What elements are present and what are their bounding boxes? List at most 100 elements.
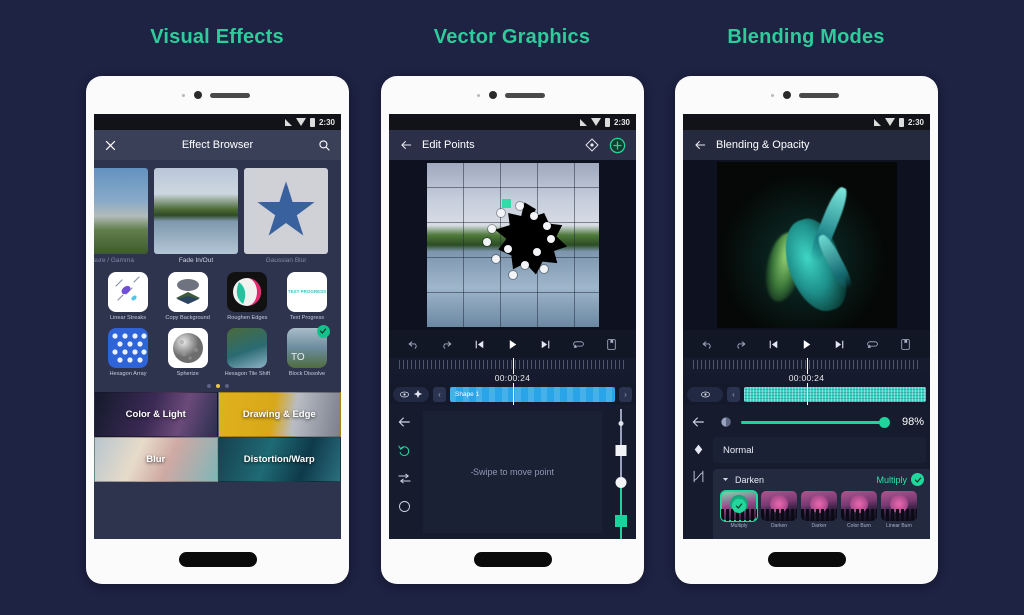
opacity-slider[interactable] xyxy=(741,416,890,428)
playhead xyxy=(512,383,514,405)
rotate-icon[interactable] xyxy=(397,443,412,458)
pager-dot[interactable] xyxy=(206,383,211,388)
skip-to-start-icon[interactable] xyxy=(767,338,780,351)
loop-icon[interactable] xyxy=(572,338,585,351)
back-arrow-icon[interactable] xyxy=(690,414,706,430)
blend-mode-item-multiply[interactable]: Multiply xyxy=(720,490,758,529)
undo-icon[interactable] xyxy=(701,338,714,351)
current-blend-mode[interactable]: Normal xyxy=(713,437,926,463)
opacity-slider-knob[interactable] xyxy=(879,416,890,428)
effect-tile-spherize[interactable]: Spherize xyxy=(160,327,216,378)
effect-tile-roughen-edges[interactable]: Roughen Edges xyxy=(219,272,275,322)
effect-tile-text-progress[interactable]: TEXT PROGRESS Text Progress xyxy=(279,272,335,322)
blend-mode-item-darken[interactable]: Darken xyxy=(761,491,797,529)
effect-tile-label: Block Dissolve xyxy=(288,370,326,377)
track-visibility-toggle[interactable] xyxy=(687,386,723,402)
carousel-item[interactable]: Gaussian Blur xyxy=(244,168,328,264)
close-icon[interactable] xyxy=(104,139,117,152)
carousel-item[interactable]: Exposure / Gamma xyxy=(94,168,148,264)
copy-background-icon xyxy=(167,272,208,312)
point-handle[interactable] xyxy=(497,208,506,217)
first-point-handle[interactable] xyxy=(502,199,512,209)
blend-mode-item-linear-burn[interactable]: Linear Burn xyxy=(881,491,917,529)
selected-check-icon xyxy=(316,324,330,338)
point-handle[interactable] xyxy=(540,264,549,273)
category-drawing-and-edge[interactable]: Drawing & Edge xyxy=(217,391,341,437)
blend-mode-item-darker[interactable]: Darker xyxy=(801,491,837,529)
chevron-right-icon[interactable]: › xyxy=(619,386,632,402)
blend-mode-thumb xyxy=(801,491,837,521)
keyframe-circle[interactable] xyxy=(615,477,627,489)
keyframe-icon[interactable] xyxy=(692,443,705,456)
keyframe-active-square[interactable] xyxy=(615,514,627,527)
back-arrow-icon[interactable] xyxy=(396,414,412,430)
blending-appbar: Blending & Opacity xyxy=(683,130,930,160)
playhead[interactable] xyxy=(806,358,808,374)
earpiece-speaker xyxy=(504,93,545,98)
point-handle[interactable] xyxy=(491,254,500,263)
loop-icon[interactable] xyxy=(866,338,879,351)
timecode: 00:00:24 xyxy=(494,373,531,383)
effect-tile-label: Roughen Edges xyxy=(227,315,268,321)
back-arrow-icon[interactable] xyxy=(399,138,413,152)
undo-icon[interactable] xyxy=(407,338,420,351)
shape-icon[interactable] xyxy=(397,499,412,514)
effect-tile-label: Copy Background xyxy=(165,315,210,321)
category-blur[interactable]: Blur xyxy=(94,436,218,482)
point-drag-surface[interactable]: Swipe to move point xyxy=(423,411,602,533)
pager-dot-active[interactable] xyxy=(215,383,220,388)
track-toggles[interactable] xyxy=(393,386,429,402)
redo-icon[interactable] xyxy=(734,338,747,351)
blend-group-header[interactable]: Darken Multiply xyxy=(721,473,924,486)
redo-icon[interactable] xyxy=(440,338,453,351)
timeline-clip[interactable] xyxy=(744,386,926,402)
vector-preview[interactable] xyxy=(389,160,636,330)
transform-icon[interactable] xyxy=(397,471,412,486)
playhead[interactable] xyxy=(512,358,514,374)
effect-tile-hexagon-tile-shift[interactable]: Hexagon Tile Shift xyxy=(219,327,275,378)
category-color-and-light[interactable]: Color & Light xyxy=(94,391,218,437)
point-handle[interactable] xyxy=(546,235,555,244)
carousel-pager[interactable] xyxy=(100,383,335,388)
thumb-skyline xyxy=(801,509,837,521)
blend-preview[interactable] xyxy=(683,160,930,330)
bookmark-icon[interactable] xyxy=(605,338,618,351)
bookmark-icon[interactable] xyxy=(899,338,912,351)
chevron-down-icon[interactable] xyxy=(721,475,730,484)
skip-to-end-icon[interactable] xyxy=(539,338,552,351)
play-icon[interactable] xyxy=(506,338,519,351)
carousel-item[interactable]: Fade In/Out xyxy=(154,168,238,264)
blend-mode-item-color-burn[interactable]: Color Burn xyxy=(841,491,877,529)
front-camera-icon xyxy=(782,91,791,99)
effect-tile-linear-streaks[interactable]: Linear Streaks xyxy=(100,272,156,322)
pager-dot[interactable] xyxy=(224,383,229,388)
effect-tile-hexagon-array[interactable]: Hexagon Array xyxy=(100,327,156,378)
back-arrow-icon[interactable] xyxy=(693,138,707,152)
node-diamond-icon[interactable] xyxy=(584,137,600,153)
chevron-left-icon[interactable]: ‹ xyxy=(433,386,446,402)
keyframe-dot[interactable] xyxy=(618,421,624,427)
featured-carousel[interactable]: Exposure / Gamma Fade In/Out Gaussian Bl… xyxy=(94,160,341,268)
timeline-clip[interactable]: Shape 1 xyxy=(450,386,615,402)
add-point-icon[interactable] xyxy=(609,137,626,154)
curve-icon[interactable] xyxy=(691,469,706,484)
effect-tile-copy-background[interactable]: Copy Background xyxy=(160,272,216,322)
opacity-icon[interactable] xyxy=(719,415,733,429)
point-handle[interactable] xyxy=(529,212,538,221)
keyframe-square[interactable] xyxy=(615,445,627,457)
skip-to-end-icon[interactable] xyxy=(833,338,846,351)
category-distortion-warp[interactable]: Distortion/Warp xyxy=(217,436,341,482)
play-icon[interactable] xyxy=(800,338,813,351)
timeline-ruler[interactable] xyxy=(389,358,636,374)
timeline-ruler[interactable] xyxy=(683,358,930,374)
chevron-left-icon[interactable]: ‹ xyxy=(727,386,740,402)
phone-mockup-2: 2:30 Edit Points 00:00:24 ‹ Shape 1 › Sw… xyxy=(381,76,644,584)
effect-tile-block-dissolve[interactable]: TO Block Dissolve xyxy=(279,324,335,378)
category-label: Color & Light xyxy=(125,408,186,420)
point-handle[interactable] xyxy=(503,245,512,253)
keyframe-track[interactable] xyxy=(606,405,636,539)
search-icon[interactable] xyxy=(318,139,331,152)
sensor-dot-icon xyxy=(181,94,185,97)
skip-to-start-icon[interactable] xyxy=(473,338,486,351)
clip-label: Shape 1 xyxy=(455,390,480,398)
